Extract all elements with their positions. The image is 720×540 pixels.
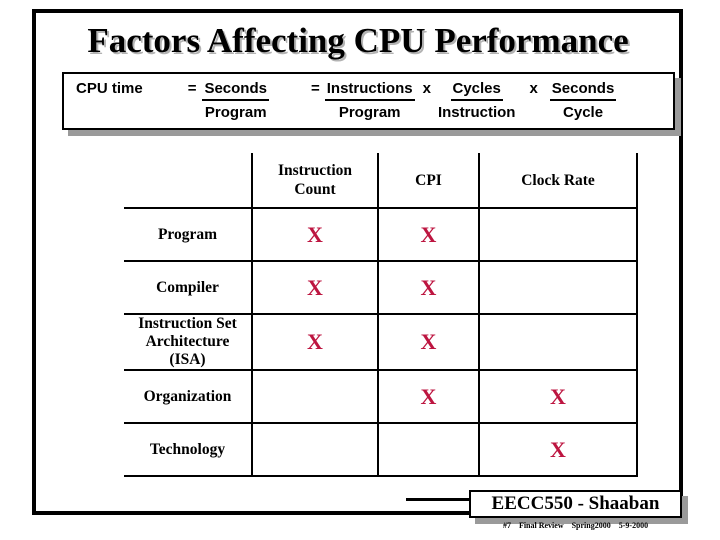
equation-multiply-1: x xyxy=(422,80,431,97)
equation-box: CPU time = Seconds Program = Instruction… xyxy=(62,72,675,130)
page-title: Factors Affecting CPU Performance xyxy=(87,21,629,60)
cell-technology-clock-rate: X xyxy=(479,423,638,477)
footer-slide-number: #7 xyxy=(502,521,511,530)
x-mark: X xyxy=(307,221,323,247)
cell-program-clock-rate xyxy=(479,208,638,262)
footer-date: 5-9-2000 xyxy=(618,521,649,530)
equation-term3-denominator: Instruction xyxy=(437,104,516,121)
cell-compiler-cpi: X xyxy=(378,261,480,315)
cell-technology-instruction-count xyxy=(252,423,379,477)
table-row: Instruction Set Architecture (ISA) X X xyxy=(124,314,638,371)
cell-compiler-instruction-count: X xyxy=(252,261,379,315)
row-label-compiler: Compiler xyxy=(124,261,253,315)
x-mark: X xyxy=(307,274,323,300)
factors-table-container: Instruction Count CPI Clock Rate Program… xyxy=(124,153,638,477)
cell-compiler-clock-rate xyxy=(479,261,638,315)
slide-canvas: Factors Affecting CPU Performance CPU ti… xyxy=(0,0,720,540)
footer-course-box: EECC550 - Shaaban xyxy=(469,490,682,518)
equation-term3-numerator: Cycles xyxy=(450,79,503,101)
factors-table: Instruction Count CPI Clock Rate Program… xyxy=(124,153,638,477)
x-mark: X xyxy=(420,274,437,300)
row-label-isa-line1: Instruction Set xyxy=(138,315,237,332)
equation-term4-denominator: Cycle xyxy=(563,104,604,121)
equation-term-seconds-per-program: Seconds Program xyxy=(202,79,269,122)
x-mark: X xyxy=(420,383,437,409)
table-header-corner xyxy=(124,153,253,209)
equation-row: CPU time = Seconds Program = Instruction… xyxy=(64,74,673,128)
footer-topic: Final Review xyxy=(518,521,564,530)
equation-lhs-label: CPU time xyxy=(76,80,143,97)
x-mark: X xyxy=(420,329,437,354)
cell-isa-clock-rate xyxy=(479,314,638,371)
row-label-isa: Instruction Set Architecture (ISA) xyxy=(124,314,253,371)
cell-isa-instruction-count: X xyxy=(252,314,379,371)
equation-equals-1: = xyxy=(187,80,197,97)
equation-equals-2: = xyxy=(310,80,320,97)
x-mark: X xyxy=(307,329,323,354)
footer-term: Spring2000 xyxy=(571,521,611,530)
table-row: Program X X xyxy=(124,208,638,262)
equation-term1-denominator: Program xyxy=(204,104,267,121)
cell-technology-cpi xyxy=(378,423,480,477)
table-header-instruction-count-line2: Count xyxy=(294,181,336,198)
equation-term2-numerator: Instructions xyxy=(324,79,415,101)
equation-term-instructions-per-program: Instructions Program xyxy=(324,79,415,122)
table-header-instruction-count-line1: Instruction xyxy=(277,162,353,179)
table-header-instruction-count: Instruction Count xyxy=(252,153,379,209)
row-label-isa-line2: Architecture (ISA) xyxy=(145,333,230,368)
table-header-row: Instruction Count CPI Clock Rate xyxy=(124,153,638,209)
footer-leader-rule xyxy=(406,498,470,501)
equation-term4-numerator: Seconds xyxy=(549,79,617,101)
row-label-program: Program xyxy=(124,208,253,262)
x-mark: X xyxy=(420,221,437,247)
row-label-organization: Organization xyxy=(124,370,253,424)
cell-program-instruction-count: X xyxy=(252,208,379,262)
cell-organization-clock-rate: X xyxy=(479,370,638,424)
footer-course-label: EECC550 - Shaaban xyxy=(491,493,660,514)
table-row: Technology X xyxy=(124,423,638,477)
table-header-cpi: CPI xyxy=(378,153,480,209)
equation-term-seconds-per-cycle: Seconds Cycle xyxy=(549,79,617,122)
equation-term2-denominator: Program xyxy=(338,104,401,121)
equation-term1-numerator: Seconds xyxy=(202,79,269,101)
row-label-technology: Technology xyxy=(124,423,253,477)
table-row: Organization X X xyxy=(124,370,638,424)
cell-isa-cpi: X xyxy=(378,314,480,371)
table-row: Compiler X X xyxy=(124,261,638,315)
x-mark: X xyxy=(550,436,566,462)
table-body: Program X X Compiler X X Instruction Set… xyxy=(124,208,638,477)
cell-program-cpi: X xyxy=(378,208,480,262)
x-mark: X xyxy=(550,383,566,409)
table-header-clock-rate: Clock Rate xyxy=(479,153,638,209)
cell-organization-instruction-count xyxy=(252,370,379,424)
equation-term-cycles-per-instruction: Cycles Instruction xyxy=(438,79,516,122)
cell-organization-cpi: X xyxy=(378,370,480,424)
equation-multiply-2: x xyxy=(529,80,538,97)
footer-meta-line: #7 Final Review Spring2000 5-9-2000 xyxy=(469,521,682,531)
